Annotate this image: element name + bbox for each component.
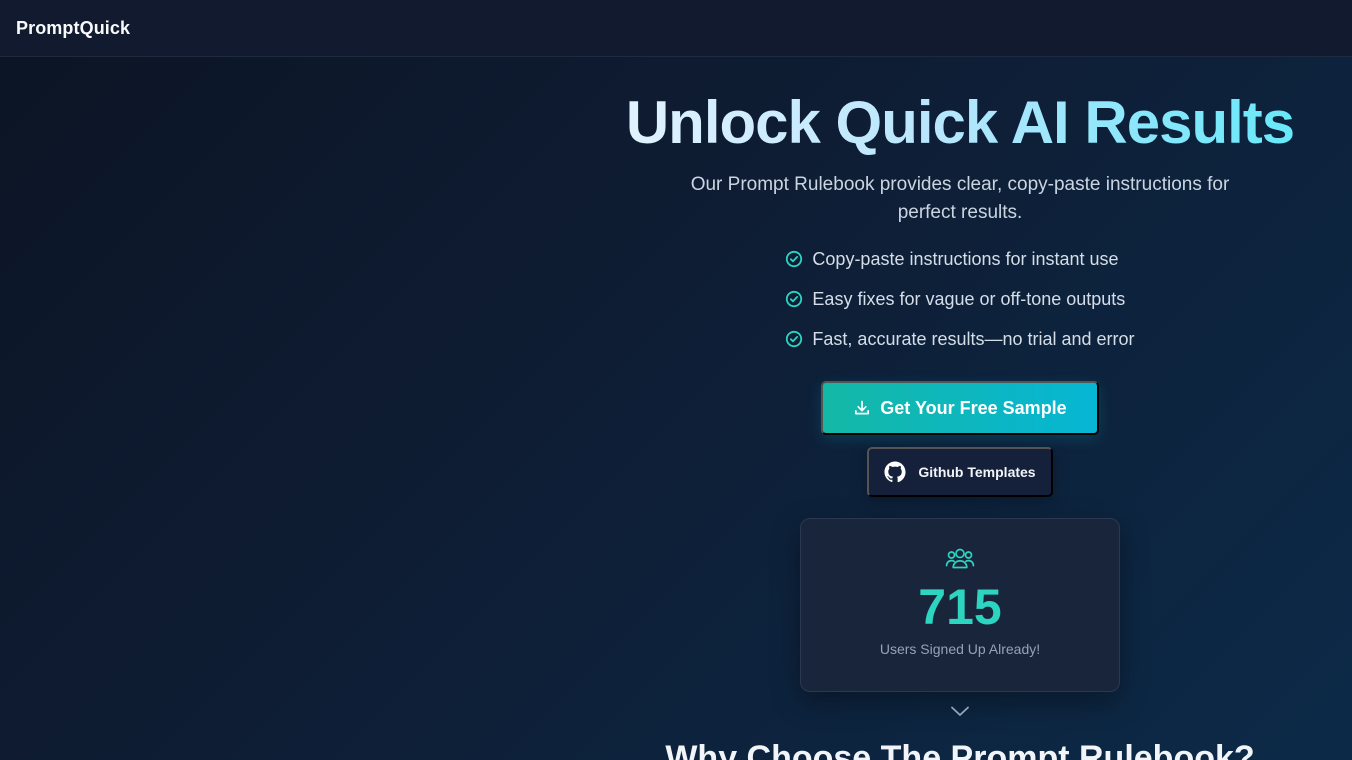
github-templates-button[interactable]: Github Templates <box>867 447 1053 497</box>
feature-item: Copy-paste instructions for instant use <box>785 239 1134 279</box>
hero-headline: Unlock Quick AI Results <box>625 89 1295 156</box>
download-icon <box>853 399 871 417</box>
github-icon <box>884 461 906 483</box>
check-circle-icon <box>785 290 803 308</box>
feature-list: Copy-paste instructions for instant use … <box>785 239 1135 359</box>
chevron-down-icon[interactable] <box>950 704 970 718</box>
signup-stat-card: 715 Users Signed Up Already! <box>800 518 1120 692</box>
top-navbar: PromptQuick <box>0 0 1352 57</box>
check-circle-icon <box>785 330 803 348</box>
signup-count: 715 <box>918 579 1002 635</box>
feature-item: Fast, accurate results—no trial and erro… <box>785 319 1135 359</box>
section-title: Why Choose The Prompt Rulebook? <box>665 739 1255 760</box>
feature-text: Copy-paste instructions for instant use <box>812 248 1119 269</box>
feature-text: Fast, accurate results—no trial and erro… <box>812 328 1135 349</box>
get-free-sample-button[interactable]: Get Your Free Sample <box>821 381 1099 435</box>
cta-label: Get Your Free Sample <box>880 397 1067 418</box>
github-label: Github Templates <box>918 464 1036 480</box>
hero-section: Unlock Quick AI Results Our Prompt Ruleb… <box>568 57 1352 760</box>
check-circle-icon <box>785 250 803 268</box>
hero-subtitle: Our Prompt Rulebook provides clear, copy… <box>690 174 1230 223</box>
brand-logo[interactable]: PromptQuick <box>16 18 130 39</box>
users-icon <box>945 545 975 573</box>
feature-item: Easy fixes for vague or off-tone outputs <box>785 279 1134 319</box>
feature-text: Easy fixes for vague or off-tone outputs <box>812 288 1126 309</box>
signup-label: Users Signed Up Already! <box>879 641 1041 657</box>
